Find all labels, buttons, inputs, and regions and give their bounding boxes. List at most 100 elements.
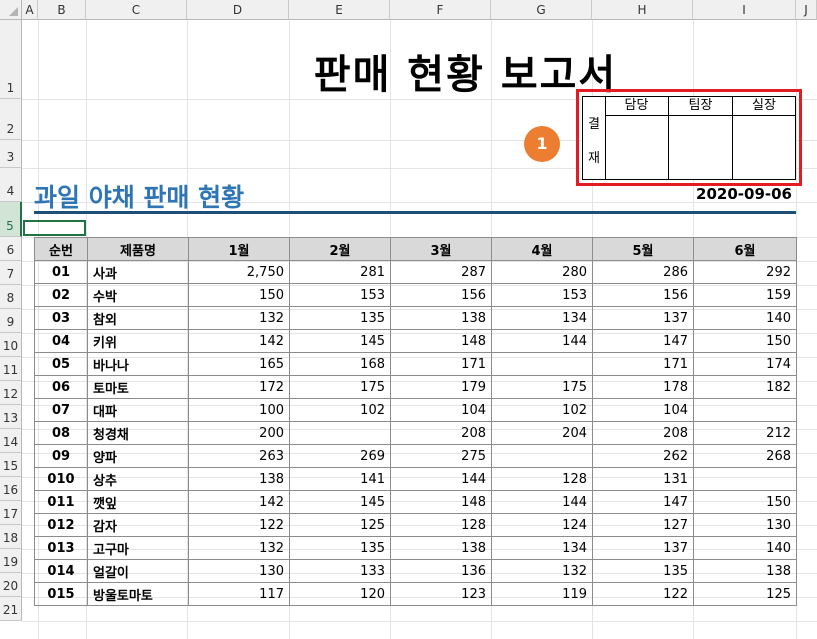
- value-cell[interactable]: 142: [188, 329, 290, 353]
- product-name-cell[interactable]: 방울토마토: [87, 582, 189, 606]
- value-cell[interactable]: 132: [491, 559, 593, 583]
- value-cell[interactable]: 156: [390, 283, 492, 307]
- table-header-cell[interactable]: 순번: [34, 237, 88, 261]
- value-cell[interactable]: 130: [188, 559, 290, 583]
- section-title[interactable]: 과일 야채 판매 현황: [34, 178, 244, 214]
- value-cell[interactable]: 168: [289, 352, 391, 376]
- value-cell[interactable]: 286: [592, 260, 694, 284]
- product-name-cell[interactable]: 청경채: [87, 421, 189, 445]
- value-cell[interactable]: 175: [491, 375, 593, 399]
- table-header-cell[interactable]: 3월: [390, 237, 492, 261]
- value-cell[interactable]: 120: [289, 582, 391, 606]
- sequence-cell[interactable]: 014: [34, 559, 88, 583]
- product-name-cell[interactable]: 상추: [87, 467, 189, 491]
- value-cell[interactable]: 122: [592, 582, 694, 606]
- value-cell[interactable]: 132: [188, 306, 290, 330]
- value-cell[interactable]: 137: [592, 306, 694, 330]
- value-cell[interactable]: 102: [289, 398, 391, 422]
- value-cell[interactable]: 144: [491, 490, 593, 514]
- value-cell[interactable]: 263: [188, 444, 290, 468]
- product-name-cell[interactable]: 바나나: [87, 352, 189, 376]
- row-header[interactable]: 3: [0, 140, 22, 168]
- value-cell[interactable]: 145: [289, 329, 391, 353]
- value-cell[interactable]: 179: [390, 375, 492, 399]
- value-cell[interactable]: 178: [592, 375, 694, 399]
- value-cell[interactable]: 122: [188, 513, 290, 537]
- row-header[interactable]: 16: [0, 477, 22, 501]
- product-name-cell[interactable]: 양파: [87, 444, 189, 468]
- value-cell[interactable]: 2,750: [188, 260, 290, 284]
- value-cell[interactable]: 135: [289, 536, 391, 560]
- sequence-cell[interactable]: 06: [34, 375, 88, 399]
- value-cell[interactable]: 182: [693, 375, 797, 399]
- value-cell[interactable]: 104: [390, 398, 492, 422]
- row-header[interactable]: 21: [0, 597, 22, 621]
- value-cell[interactable]: 212: [693, 421, 797, 445]
- row-header[interactable]: 7: [0, 261, 22, 285]
- value-cell[interactable]: 140: [693, 306, 797, 330]
- value-cell[interactable]: 138: [188, 467, 290, 491]
- table-header-cell[interactable]: 4월: [491, 237, 593, 261]
- sequence-cell[interactable]: 01: [34, 260, 88, 284]
- value-cell[interactable]: 128: [491, 467, 593, 491]
- row-header[interactable]: 2: [0, 99, 22, 140]
- value-cell[interactable]: 137: [592, 536, 694, 560]
- report-date[interactable]: 2020-09-06: [696, 185, 792, 203]
- row-header[interactable]: 19: [0, 549, 22, 573]
- value-cell[interactable]: 117: [188, 582, 290, 606]
- value-cell[interactable]: 292: [693, 260, 797, 284]
- value-cell[interactable]: 100: [188, 398, 290, 422]
- row-header[interactable]: 1: [0, 20, 22, 99]
- column-header[interactable]: H: [592, 0, 693, 20]
- value-cell[interactable]: 138: [693, 559, 797, 583]
- value-cell[interactable]: 127: [592, 513, 694, 537]
- value-cell[interactable]: 144: [491, 329, 593, 353]
- column-header[interactable]: B: [38, 0, 86, 20]
- value-cell[interactable]: 262: [592, 444, 694, 468]
- value-cell[interactable]: 130: [693, 513, 797, 537]
- value-cell[interactable]: [693, 398, 797, 422]
- value-cell[interactable]: 128: [390, 513, 492, 537]
- column-header[interactable]: F: [390, 0, 491, 20]
- value-cell[interactable]: 125: [693, 582, 797, 606]
- sequence-cell[interactable]: 05: [34, 352, 88, 376]
- value-cell[interactable]: 136: [390, 559, 492, 583]
- column-header[interactable]: E: [289, 0, 390, 20]
- value-cell[interactable]: 148: [390, 329, 492, 353]
- column-header[interactable]: J: [796, 0, 817, 20]
- sequence-cell[interactable]: 013: [34, 536, 88, 560]
- row-header[interactable]: 20: [0, 573, 22, 597]
- row-header[interactable]: 10: [0, 333, 22, 357]
- sequence-cell[interactable]: 03: [34, 306, 88, 330]
- value-cell[interactable]: 200: [188, 421, 290, 445]
- value-cell[interactable]: 125: [289, 513, 391, 537]
- column-header[interactable]: G: [491, 0, 592, 20]
- spreadsheet-grid[interactable]: ABCDEFGHIJ 1 2 3 4 5 6 7 8 9 10 11 12 13 14 15 16 17 18 19…: [0, 0, 817, 639]
- value-cell[interactable]: 269: [289, 444, 391, 468]
- value-cell[interactable]: 280: [491, 260, 593, 284]
- table-header-cell[interactable]: 제품명: [87, 237, 189, 261]
- value-cell[interactable]: 208: [592, 421, 694, 445]
- value-cell[interactable]: 208: [390, 421, 492, 445]
- product-name-cell[interactable]: 키위: [87, 329, 189, 353]
- value-cell[interactable]: 141: [289, 467, 391, 491]
- value-cell[interactable]: 147: [592, 490, 694, 514]
- value-cell[interactable]: 138: [390, 306, 492, 330]
- value-cell[interactable]: 153: [491, 283, 593, 307]
- row-header[interactable]: 13: [0, 405, 22, 429]
- value-cell[interactable]: 123: [390, 582, 492, 606]
- column-header[interactable]: A: [22, 0, 38, 20]
- row-header[interactable]: 17: [0, 501, 22, 525]
- sequence-cell[interactable]: 015: [34, 582, 88, 606]
- value-cell[interactable]: 102: [491, 398, 593, 422]
- select-all-corner[interactable]: [0, 0, 22, 20]
- value-cell[interactable]: 138: [390, 536, 492, 560]
- column-header[interactable]: C: [86, 0, 187, 20]
- value-cell[interactable]: 135: [289, 306, 391, 330]
- value-cell[interactable]: 150: [693, 329, 797, 353]
- value-cell[interactable]: 148: [390, 490, 492, 514]
- value-cell[interactable]: 287: [390, 260, 492, 284]
- value-cell[interactable]: 156: [592, 283, 694, 307]
- row-header[interactable]: 4: [0, 168, 22, 202]
- row-header[interactable]: 9: [0, 309, 22, 333]
